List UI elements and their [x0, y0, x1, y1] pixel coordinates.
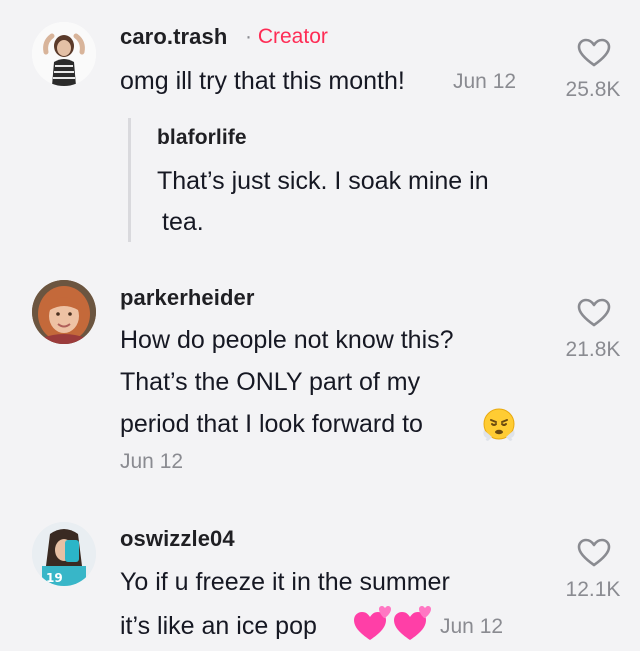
- comment-text: omg ill try that this month!: [120, 67, 405, 95]
- comment-text: Yo if u freeze it in the summer: [120, 568, 450, 596]
- comment-text: How do people not know this?: [120, 326, 454, 354]
- comment-text: That’s the ONLY part of my: [120, 368, 421, 396]
- reply-text: tea.: [162, 208, 204, 236]
- like-count: 12.1K: [565, 578, 621, 601]
- svg-text:19: 19: [46, 571, 63, 585]
- creator-label: · Creator: [245, 25, 328, 49]
- two-hearts-icon: [354, 606, 431, 640]
- face-with-steam-icon: [483, 408, 515, 441]
- creator-badge: Creator: [257, 25, 328, 48]
- like-count: 25.8K: [565, 78, 621, 101]
- reply-username[interactable]: blaforlife: [157, 126, 247, 150]
- avatar[interactable]: [32, 280, 96, 344]
- avatar-image: 19: [32, 522, 96, 586]
- avatar-image: [32, 22, 96, 86]
- reply-text: That’s just sick. I soak mine in: [157, 167, 489, 195]
- comment-username[interactable]: caro.trash: [120, 24, 227, 50]
- comment-username[interactable]: oswizzle04: [120, 526, 235, 552]
- avatar[interactable]: [32, 22, 96, 86]
- reply-indicator: [128, 118, 131, 242]
- avatar-image: [32, 280, 96, 344]
- separator-dot: ·: [245, 25, 252, 48]
- comment-username[interactable]: parkerheider: [120, 285, 255, 311]
- avatar[interactable]: 19: [32, 522, 96, 586]
- comment-text: period that I look forward to: [120, 410, 423, 438]
- heart-icon[interactable]: [577, 298, 611, 328]
- comment-date: Jun 12: [453, 70, 517, 93]
- comment-date: Jun 12: [440, 615, 504, 638]
- like-count: 21.8K: [565, 338, 621, 361]
- comment-date: Jun 12: [120, 450, 184, 473]
- heart-icon[interactable]: [577, 538, 611, 568]
- comment-text: it’s like an ice pop: [120, 612, 317, 640]
- heart-icon[interactable]: [577, 38, 611, 68]
